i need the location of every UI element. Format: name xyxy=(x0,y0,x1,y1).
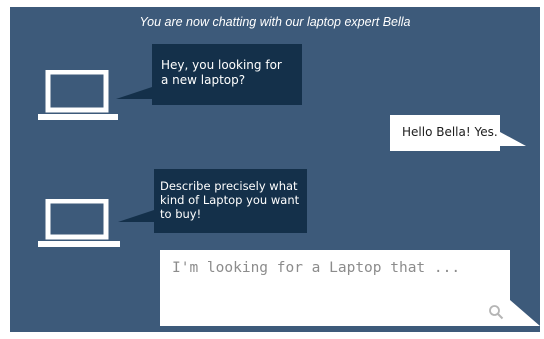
bot-message-line: kind of Laptop you want xyxy=(160,193,300,207)
bot-avatar-laptop-icon xyxy=(36,199,122,249)
bot-message-line: Hey, you looking for xyxy=(161,58,282,72)
bot-message-bubble: Hey, you looking for a new laptop? xyxy=(152,44,302,105)
bot-message-bubble: Describe precisely what kind of Laptop y… xyxy=(154,169,307,233)
user-message-text: Hello Bella! Yes. xyxy=(402,125,498,139)
user-message-bubble: Hello Bella! Yes. xyxy=(390,115,500,151)
bubble-tail xyxy=(116,87,152,99)
message-input[interactable] xyxy=(160,250,510,326)
bot-message-line: a new laptop? xyxy=(161,73,246,87)
bubble-tail xyxy=(118,210,154,222)
chat-panel: You are now chatting with our laptop exp… xyxy=(10,7,540,332)
bot-avatar-laptop-icon xyxy=(36,70,120,122)
search-icon[interactable] xyxy=(488,304,504,325)
bot-message-line: Describe precisely what xyxy=(160,179,298,193)
input-tail xyxy=(510,300,540,326)
chat-header-title: You are now chatting with our laptop exp… xyxy=(139,15,411,29)
bubble-tail xyxy=(500,132,526,146)
bot-message-line: to buy! xyxy=(160,207,202,221)
